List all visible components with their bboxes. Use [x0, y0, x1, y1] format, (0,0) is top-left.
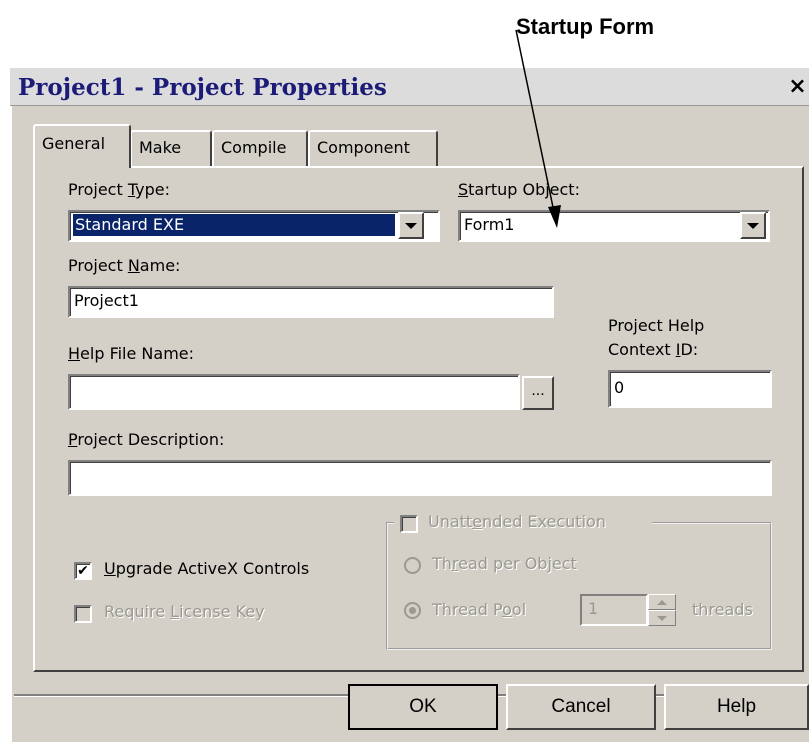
tab-component[interactable]: Component	[308, 130, 438, 166]
startup-object-select[interactable]: Form1	[458, 210, 770, 242]
project-type-value: Standard EXE	[73, 214, 395, 236]
help-context-id-input[interactable]: 0	[608, 370, 772, 408]
chevron-down-icon	[657, 616, 667, 621]
project-description-input[interactable]	[68, 460, 772, 496]
chevron-up-icon	[657, 600, 667, 605]
project-name-label: Project Name:	[68, 256, 181, 275]
project-description-label: Project Description:	[68, 430, 225, 449]
ok-button[interactable]: OK	[348, 684, 498, 730]
project-type-dropdown-button[interactable]	[398, 212, 424, 239]
startup-object-dropdown-button[interactable]	[740, 212, 766, 239]
upgrade-activex-label: Upgrade ActiveX Controls	[104, 559, 310, 578]
unattended-execution-checkbox[interactable]	[400, 515, 418, 533]
help-context-label-line2: Context ID:	[608, 340, 699, 359]
help-file-name-label: Help File Name:	[68, 344, 195, 363]
threads-unit-label: threads	[692, 600, 753, 619]
project-name-input[interactable]: Project1	[68, 286, 554, 318]
thread-pool-count-input[interactable]: 1	[580, 594, 648, 626]
require-license-checkbox[interactable]	[74, 605, 92, 623]
help-button[interactable]: Help	[664, 684, 809, 730]
close-icon[interactable]: ×	[786, 74, 809, 100]
tab-make[interactable]: Make	[130, 130, 212, 166]
tab-compile[interactable]: Compile	[212, 130, 308, 166]
help-file-name-input[interactable]	[68, 374, 520, 410]
require-license-label: Require License Key	[104, 602, 265, 621]
unattended-execution-group	[386, 522, 772, 650]
project-type-select[interactable]: Standard EXE	[68, 210, 440, 242]
project-type-label: Project Type:	[68, 180, 170, 199]
chevron-down-icon	[747, 222, 759, 229]
window-title: Project1 - Project Properties	[18, 74, 387, 101]
annotation-label: Startup Form	[516, 14, 655, 39]
thread-per-object-radio[interactable]	[404, 557, 421, 574]
thread-pool-spin-down[interactable]	[648, 610, 676, 626]
unattended-execution-label: Unattended Execution	[428, 512, 606, 531]
upgrade-activex-checkbox[interactable]: ✔	[74, 562, 92, 580]
thread-pool-spin-up[interactable]	[648, 594, 676, 610]
browse-button[interactable]: ...	[522, 376, 554, 410]
tab-general[interactable]: General	[33, 124, 131, 168]
chevron-down-icon	[405, 222, 417, 229]
help-context-label-line1: Project Help	[608, 316, 705, 335]
thread-pool-label: Thread Pool	[432, 600, 527, 619]
thread-per-object-label: Thread per Object	[432, 554, 577, 573]
startup-object-label: Startup Object:	[458, 180, 580, 199]
cancel-button[interactable]: Cancel	[506, 684, 656, 730]
thread-pool-radio[interactable]	[404, 602, 421, 619]
